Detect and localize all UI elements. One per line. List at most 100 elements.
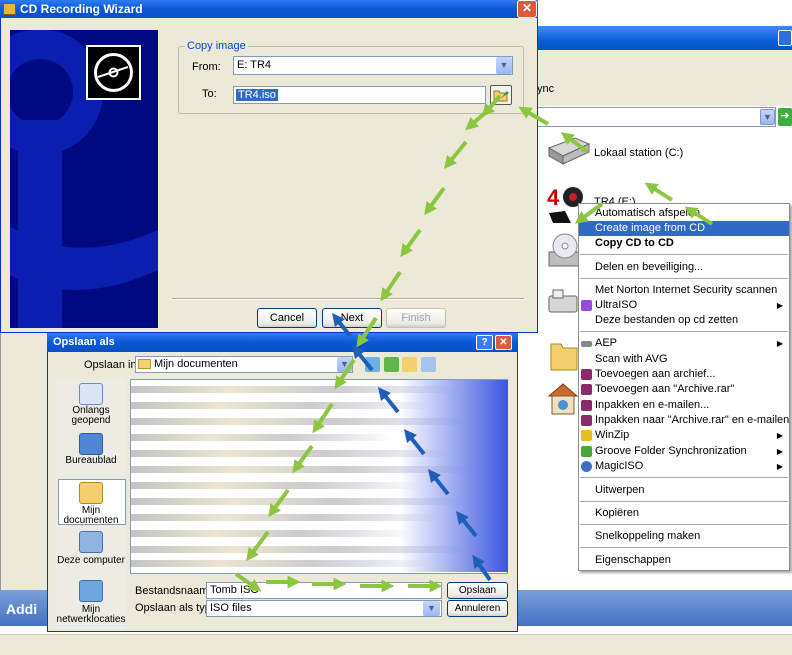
menu-item-create-image[interactable]: Create image from CD: [579, 221, 789, 236]
explorer-left-pane: [0, 330, 50, 590]
menu-item-burn-cd[interactable]: Deze bestanden op cd zetten: [579, 313, 789, 328]
menu-item-label: Met Norton Internet Security scannen: [595, 284, 778, 296]
menu-item-shortcut[interactable]: Snelkoppeling maken: [579, 529, 789, 544]
menu-item-label: Scan with AVG: [595, 353, 668, 365]
desktop-icon[interactable]: [79, 433, 103, 455]
back-icon[interactable]: [365, 357, 380, 372]
menu-item-magiciso[interactable]: MagicISO ▶: [579, 459, 789, 474]
submenu-arrow-icon: ▶: [776, 301, 783, 310]
menu-item-label: Uitwerpen: [595, 484, 645, 496]
filename-label: Bestandsnaam:: [135, 585, 212, 597]
cancel-button[interactable]: Cancel: [257, 308, 317, 328]
menu-item-pack-rar-email[interactable]: Inpakken naar "Archive.rar" en e-mailen: [579, 413, 789, 428]
from-dropdown[interactable]: E: TR4: [233, 56, 513, 75]
browse-button[interactable]: [490, 85, 512, 105]
menu-separator: [580, 547, 788, 548]
to-path-input[interactable]: TR4.iso: [233, 86, 486, 104]
place-documents[interactable]: Mijn documenten: [56, 506, 126, 526]
menu-item-eject[interactable]: Uitwerpen: [579, 483, 789, 498]
menu-item-label: Eigenschappen: [595, 554, 671, 566]
drive-c-label[interactable]: Lokaal station (C:): [594, 147, 683, 159]
menu-item-properties[interactable]: Eigenschappen: [579, 553, 789, 568]
close-button[interactable]: ✕: [517, 0, 537, 18]
next-button[interactable]: Next: [322, 308, 382, 328]
menu-item-label: AEP: [595, 337, 618, 349]
place-recent[interactable]: Onlangs geopend: [56, 406, 126, 426]
file-row[interactable]: [131, 514, 441, 521]
file-row[interactable]: [131, 434, 391, 441]
menu-item-copy[interactable]: Kopiëren: [579, 506, 789, 521]
minimize-icon[interactable]: [778, 30, 792, 46]
network-places-icon[interactable]: [79, 580, 103, 602]
lookin-label: Opslaan in:: [84, 359, 140, 371]
menu-item-add-archive[interactable]: Toevoegen aan archief...: [579, 367, 789, 382]
menu-item-ultraiso[interactable]: UltraISO ▶: [579, 298, 789, 313]
menu-item-label: Toevoegen aan archief...: [595, 368, 716, 380]
recent-icon[interactable]: [79, 383, 103, 405]
explorer-toolbar: [530, 50, 792, 106]
my-documents-icon[interactable]: [79, 482, 103, 504]
place-desktop[interactable]: Bureaublad: [56, 456, 126, 466]
menu-item-label: Delen en beveiliging...: [595, 261, 704, 273]
menu-item-winzip[interactable]: WinZip ▶: [579, 428, 789, 443]
submenu-arrow-icon: ▶: [776, 462, 783, 471]
aep-icon: [581, 341, 592, 347]
chevron-down-icon[interactable]: ▼: [423, 601, 440, 616]
view-menu-icon[interactable]: [421, 357, 436, 372]
from-label: From:: [192, 61, 221, 73]
menu-item-groove[interactable]: Groove Folder Synchronization ▶: [579, 444, 789, 459]
filename-input[interactable]: Tomb ISO: [206, 582, 442, 599]
close-button[interactable]: ✕: [495, 335, 512, 350]
file-row[interactable]: [131, 560, 431, 567]
chevron-down-icon[interactable]: ▼: [337, 357, 352, 372]
menu-item-pack-email[interactable]: Inpakken en e-mailen...: [579, 398, 789, 413]
magiciso-icon: [581, 461, 592, 472]
save-button[interactable]: Opslaan: [447, 582, 508, 599]
filetype-dropdown[interactable]: ISO files: [206, 600, 442, 617]
chevron-down-icon[interactable]: ▼: [760, 109, 775, 125]
menu-item-label: Inpakken en e-mailen...: [595, 399, 710, 411]
go-arrow-icon[interactable]: ➔: [778, 108, 792, 126]
folder-icon[interactable]: [549, 336, 579, 372]
wizard-title: CD Recording Wizard: [0, 0, 538, 18]
menu-item-aep[interactable]: AEP ▶: [579, 336, 789, 351]
removable-drive-icon[interactable]: [547, 286, 581, 320]
menu-item-label: UltraISO: [595, 299, 638, 311]
file-row[interactable]: [131, 482, 421, 489]
copy-image-legend: Copy image: [185, 40, 248, 52]
place-network[interactable]: Mijn netwerklocaties: [56, 605, 126, 625]
menu-separator: [580, 524, 788, 525]
network-places-icon[interactable]: [547, 382, 579, 420]
winrar-icon: [581, 369, 592, 380]
to-path-value: TR4.iso: [236, 89, 278, 101]
address-bar[interactable]: [530, 107, 776, 127]
cancel-button[interactable]: Annuleren: [447, 600, 508, 617]
menu-item-sharing[interactable]: Delen en beveiliging...: [579, 260, 789, 275]
file-row[interactable]: [131, 402, 431, 409]
menu-separator: [580, 501, 788, 502]
menu-item-label: Create image from CD: [595, 222, 706, 234]
finish-button: Finish: [386, 308, 446, 328]
menu-item-add-rar[interactable]: Toevoegen aan "Archive.rar": [579, 382, 789, 397]
browse-folder-icon: [493, 90, 509, 102]
submenu-arrow-icon: ▶: [776, 339, 783, 348]
hard-drive-icon[interactable]: [547, 134, 591, 168]
cd-logo-icon: [86, 45, 141, 100]
new-folder-icon[interactable]: [402, 357, 417, 372]
menu-item-label: Deze bestanden op cd zetten: [595, 314, 739, 326]
my-computer-icon[interactable]: [79, 531, 103, 553]
menu-item-norton[interactable]: Met Norton Internet Security scannen: [579, 283, 789, 298]
wizard-separator: [172, 298, 524, 300]
submenu-arrow-icon: ▶: [776, 431, 783, 440]
lookin-dropdown[interactable]: Mijn documenten: [135, 356, 353, 373]
menu-item-autoplay[interactable]: Automatisch afspelen: [579, 206, 789, 221]
place-computer[interactable]: Deze computer: [56, 556, 126, 566]
up-folder-icon[interactable]: [384, 357, 399, 372]
help-button[interactable]: ?: [476, 335, 493, 350]
file-row[interactable]: [131, 530, 411, 537]
file-list-fade: [400, 380, 508, 572]
submenu-arrow-icon: ▶: [776, 447, 783, 456]
menu-item-copy-cd[interactable]: Copy CD to CD: [579, 236, 789, 251]
chevron-down-icon[interactable]: ▼: [496, 57, 512, 74]
menu-item-avg[interactable]: Scan with AVG: [579, 352, 789, 367]
